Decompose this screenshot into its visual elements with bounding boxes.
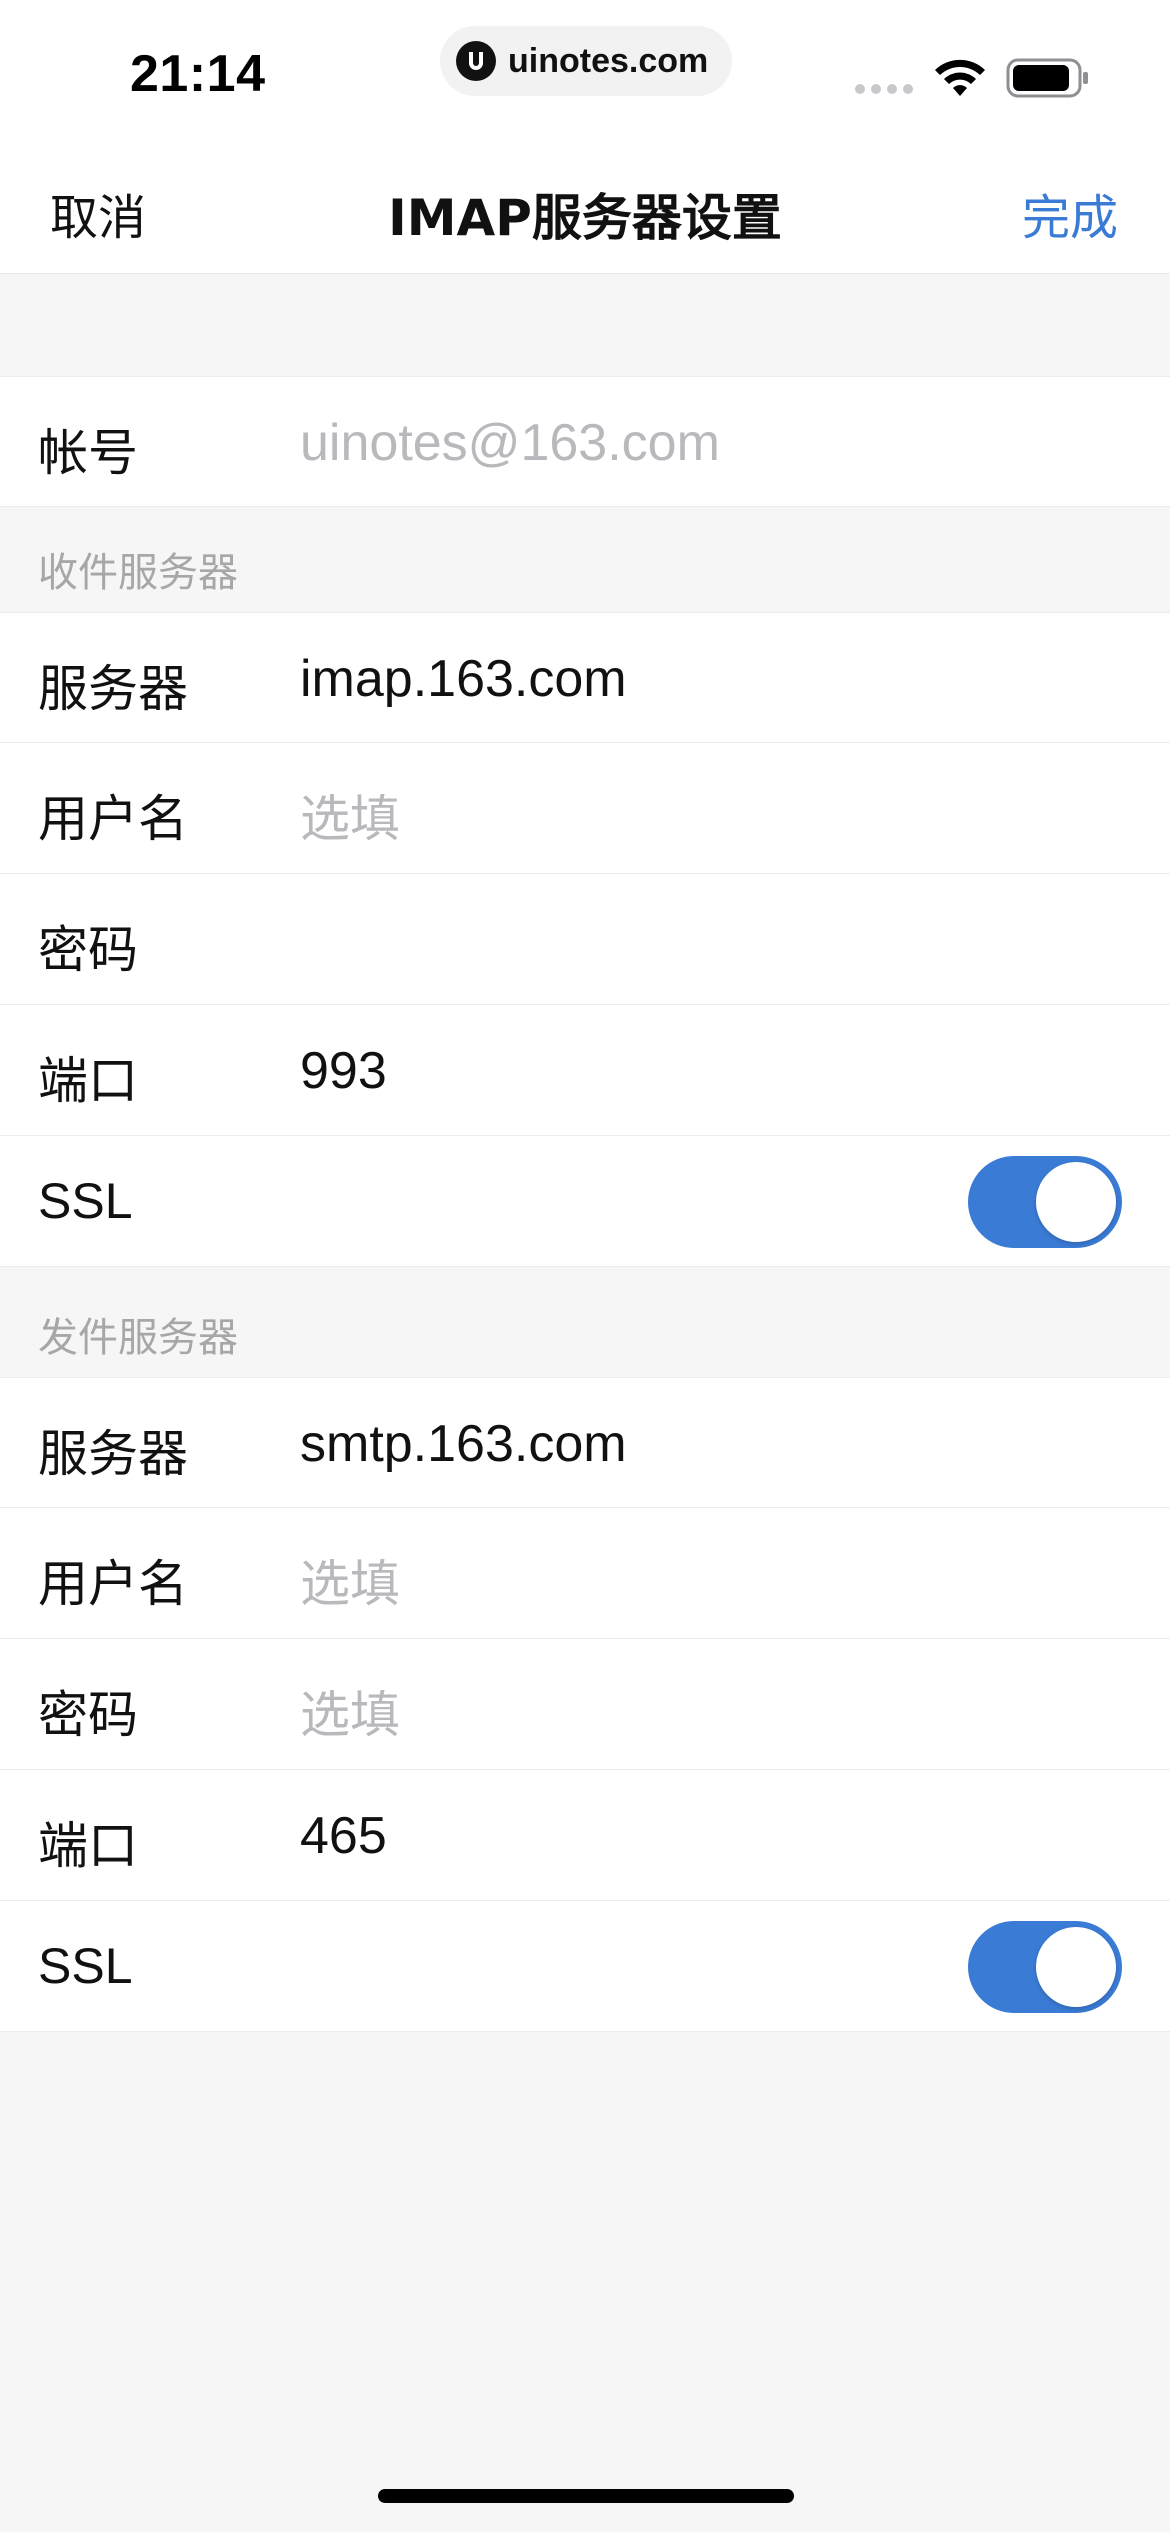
incoming-ssl-label: SSL	[38, 1173, 133, 1229]
done-button[interactable]: 完成	[1022, 178, 1118, 248]
battery-icon	[1006, 58, 1088, 98]
incoming-username-row[interactable]: 用户名 选填	[0, 743, 1170, 874]
signal-icon	[855, 84, 913, 94]
outgoing-password-label: 密码	[38, 1686, 138, 1744]
account-row[interactable]: 帐号 uinotes@163.com	[0, 376, 1170, 507]
imap-settings-screen: 21:14 uinotes.com 取消 IMAP服务器设置 完成 帐号 uin…	[0, 0, 1170, 2532]
url-text: uinotes.com	[508, 41, 709, 80]
status-bar: 21:14 uinotes.com	[0, 0, 1170, 140]
outgoing-username-label: 用户名	[38, 1555, 188, 1613]
home-indicator[interactable]	[378, 2489, 794, 2503]
outgoing-password-row[interactable]: 密码 选填	[0, 1639, 1170, 1770]
incoming-ssl-row: SSL	[0, 1136, 1170, 1267]
outgoing-server-label: 服务器	[38, 1425, 188, 1483]
outgoing-ssl-row: SSL	[0, 1901, 1170, 2032]
outgoing-ssl-toggle[interactable]	[968, 1921, 1122, 2013]
incoming-ssl-toggle[interactable]	[968, 1156, 1122, 1248]
incoming-username-input[interactable]: 选填	[300, 779, 400, 851]
incoming-server-header: 收件服务器	[38, 550, 238, 596]
wifi-icon	[935, 59, 985, 96]
incoming-password-label: 密码	[38, 921, 138, 979]
incoming-server-label: 服务器	[38, 660, 188, 718]
account-value: uinotes@163.com	[300, 414, 720, 472]
outgoing-ssl-label: SSL	[38, 1938, 133, 1994]
outgoing-password-input[interactable]: 选填	[300, 1675, 400, 1747]
outgoing-server-row[interactable]: 服务器 smtp.163.com	[0, 1377, 1170, 1508]
nav-bar: 取消 IMAP服务器设置 完成	[0, 140, 1170, 274]
page-title: IMAP服务器设置	[388, 189, 782, 247]
outgoing-username-input[interactable]: 选填	[300, 1544, 400, 1616]
outgoing-port-input[interactable]: 465	[300, 1806, 387, 1866]
toggle-knob	[1036, 1162, 1116, 1242]
outgoing-port-row[interactable]: 端口 465	[0, 1770, 1170, 1901]
incoming-password-row[interactable]: 密码	[0, 874, 1170, 1005]
site-logo-icon	[456, 41, 496, 81]
account-label: 帐号	[38, 424, 138, 482]
outgoing-port-label: 端口	[38, 1817, 138, 1875]
incoming-port-input[interactable]: 993	[300, 1041, 387, 1101]
incoming-port-label: 端口	[38, 1052, 138, 1110]
status-time: 21:14	[130, 45, 266, 103]
outgoing-server-header: 发件服务器	[38, 1315, 238, 1361]
toggle-knob	[1036, 1927, 1116, 2007]
incoming-port-row[interactable]: 端口 993	[0, 1005, 1170, 1136]
incoming-server-input[interactable]: imap.163.com	[300, 649, 627, 709]
outgoing-username-row[interactable]: 用户名 选填	[0, 1508, 1170, 1639]
incoming-username-label: 用户名	[38, 790, 188, 848]
url-pill[interactable]: uinotes.com	[440, 26, 732, 96]
incoming-server-row[interactable]: 服务器 imap.163.com	[0, 612, 1170, 743]
outgoing-server-input[interactable]: smtp.163.com	[300, 1414, 627, 1474]
